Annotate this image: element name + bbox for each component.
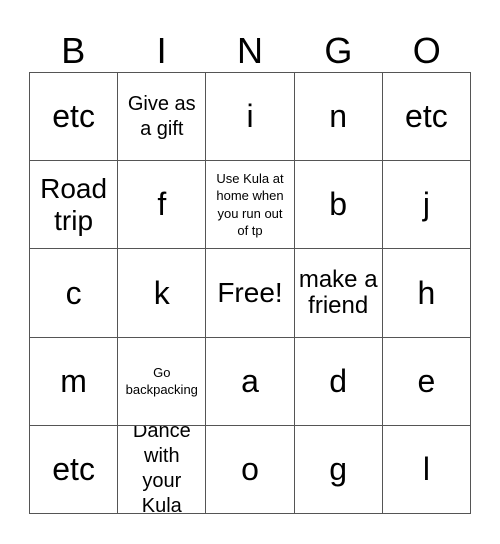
bingo-cell-text: etc xyxy=(405,98,448,135)
bingo-cell-r1-c1[interactable]: etc xyxy=(30,73,119,162)
bingo-cell-text: Free! xyxy=(217,276,283,308)
bingo-cell-text: make a friend xyxy=(298,265,378,319)
bingo-cell-r4-c4[interactable]: d xyxy=(294,337,383,426)
bingo-cell-r1-c3[interactable]: i xyxy=(206,73,295,162)
bingo-cell-text: h xyxy=(417,274,436,311)
bingo-cell-text: etc xyxy=(52,450,95,487)
bingo-cell-r4-c5[interactable]: e xyxy=(382,337,471,426)
bingo-cell-text: e xyxy=(417,362,436,399)
bingo-cell-r5-c2[interactable]: Dance with your Kula xyxy=(118,425,207,514)
bingo-cell-r3-c3[interactable]: Free! xyxy=(206,249,295,338)
header-letter-g: G xyxy=(324,30,353,71)
bingo-cell-text: j xyxy=(422,186,430,223)
bingo-cell-r4-c2[interactable]: Go backpacking xyxy=(118,337,207,426)
bingo-cell-text: c xyxy=(65,274,82,311)
bingo-cell-r3-c1[interactable]: c xyxy=(30,249,119,338)
bingo-cell-text: i xyxy=(246,98,254,135)
bingo-cell-text: a xyxy=(241,362,259,399)
bingo-cell-r2-c5[interactable]: j xyxy=(382,161,471,250)
bingo-cell-r3-c5[interactable]: h xyxy=(382,249,471,338)
bingo-cell-r3-c2[interactable]: k xyxy=(118,249,207,338)
bingo-cell-text: b xyxy=(329,186,348,223)
bingo-cell-text: etc xyxy=(52,98,95,135)
bingo-cell-r1-c5[interactable]: etc xyxy=(382,73,471,162)
bingo-cell-text: Dance with your Kula xyxy=(132,425,191,514)
bingo-header: B I N G O xyxy=(29,28,471,73)
bingo-cell-text: l xyxy=(422,450,430,487)
bingo-cell-r2-c2[interactable]: f xyxy=(118,161,207,250)
bingo-cell-r2-c4[interactable]: b xyxy=(294,161,383,250)
bingo-cell-text: Road trip xyxy=(40,172,108,236)
header-letter-n: N xyxy=(236,30,263,71)
bingo-cell-text: Go backpacking xyxy=(125,364,198,398)
bingo-cell-r2-c1[interactable]: Road trip xyxy=(30,161,119,250)
bingo-cell-text: f xyxy=(157,186,167,223)
bingo-cell-r4-c3[interactable]: a xyxy=(206,337,295,426)
bingo-cell-r5-c4[interactable]: g xyxy=(294,425,383,514)
bingo-cell-text: o xyxy=(241,450,259,487)
bingo-cell-text: n xyxy=(329,98,348,135)
bingo-cell-text: d xyxy=(329,362,348,399)
bingo-cell-text: g xyxy=(329,450,348,487)
header-letter-i: I xyxy=(156,30,167,71)
bingo-cell-text: Use Kula at home when you run out of tp xyxy=(216,170,284,239)
header-letter-b: B xyxy=(61,30,86,71)
bingo-cell-text: Give as a gift xyxy=(127,92,196,140)
bingo-cell-r5-c5[interactable]: l xyxy=(382,425,471,514)
bingo-cell-r5-c1[interactable]: etc xyxy=(30,425,119,514)
bingo-cell-r5-c3[interactable]: o xyxy=(206,425,295,514)
bingo-cell-text: m xyxy=(60,362,87,399)
bingo-cell-r1-c2[interactable]: Give as a gift xyxy=(118,73,207,162)
bingo-cell-r2-c3[interactable]: Use Kula at home when you run out of tp xyxy=(206,161,295,250)
bingo-cell-r3-c4[interactable]: make a friend xyxy=(294,249,383,338)
bingo-cell-text: k xyxy=(153,274,170,311)
bingo-cell-r4-c1[interactable]: m xyxy=(30,337,119,426)
bingo-cell-r1-c4[interactable]: n xyxy=(294,73,383,162)
bingo-grid: etc Give as a gift i n etc Road trip f Use Kula… xyxy=(29,72,471,514)
header-letter-o: O xyxy=(412,30,441,71)
